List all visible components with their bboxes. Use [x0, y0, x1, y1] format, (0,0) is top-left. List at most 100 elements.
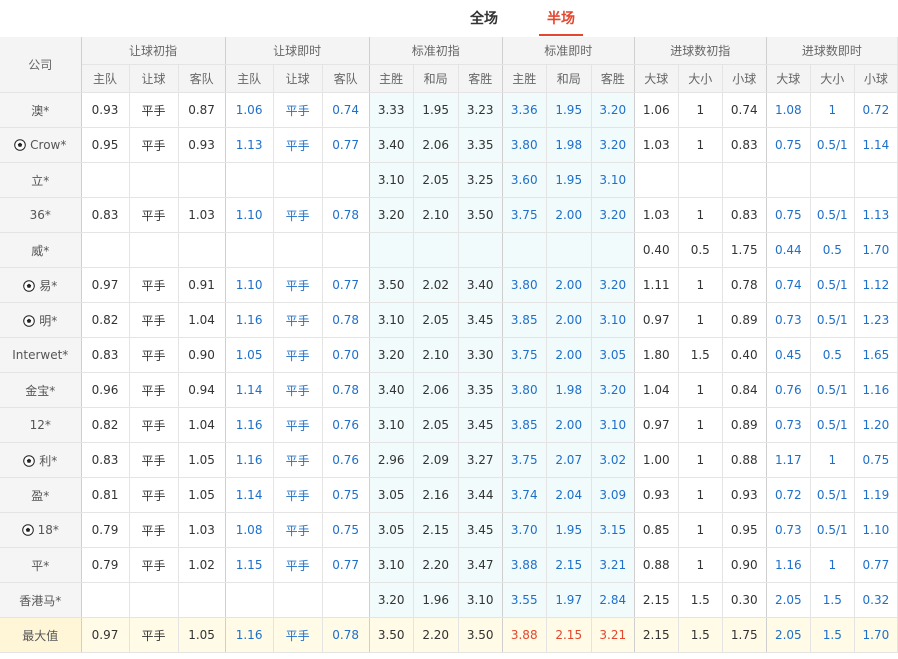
odds-table: 公司 让球初指 让球即时 标准初指 标准即时 进球数初指 进球数即时 主队 让球客… [0, 37, 898, 653]
odds-cell: 1.08 [225, 512, 274, 548]
odds-cell: 3.10 [591, 407, 635, 443]
odds-cell: 1.06 [634, 92, 679, 128]
odds-cell: 平手 [273, 337, 323, 373]
odds-cell: 平手 [129, 547, 179, 583]
company-cell[interactable]: Interwet* [0, 337, 82, 373]
odds-cell: 3.10 [369, 547, 414, 583]
company-cell[interactable]: 18* [0, 512, 82, 548]
odds-cell: 1.16 [225, 442, 274, 478]
company-name: 最大值 [22, 628, 59, 643]
soccer-ball-icon [21, 523, 38, 537]
odds-cell: 2.15 [634, 582, 679, 618]
max-row: 最大值 0.97 平手 1.05 1.16 平手 0.78 3.50 2.20 3.50 3.88 2… [0, 617, 898, 653]
odds-cell: 0.5/1 [810, 512, 855, 548]
odds-cell: 1.5 [810, 617, 855, 653]
tab-half-time[interactable]: 半场 [539, 0, 583, 36]
odds-cell: 0.78 [322, 372, 370, 408]
odds-cell [225, 232, 274, 268]
odds-cell: 3.23 [458, 92, 503, 128]
company-cell[interactable]: 立* [0, 162, 82, 198]
header-sub: 主胜 [369, 64, 414, 93]
odds-cell: 0.5/1 [810, 372, 855, 408]
odds-cell: 平手 [273, 547, 323, 583]
header-sub: 客队 [178, 64, 226, 93]
odds-cell: 平手 [273, 267, 323, 303]
odds-cell: 2.05 [766, 617, 811, 653]
company-name: Interwet* [12, 348, 69, 362]
odds-cell: 3.20 [591, 92, 635, 128]
odds-cell [129, 232, 179, 268]
odds-cell: 1.10 [225, 267, 274, 303]
odds-cell: 0.5/1 [810, 477, 855, 513]
odds-cell: 1.17 [766, 442, 811, 478]
odds-cell: 2.15 [546, 617, 592, 653]
company-cell[interactable]: 平* [0, 547, 82, 583]
odds-cell [502, 232, 547, 268]
odds-cell: 3.05 [369, 477, 414, 513]
company-cell[interactable]: 利* [0, 442, 82, 478]
odds-cell: 0.93 [722, 477, 767, 513]
tab-full-time[interactable]: 全场 [466, 0, 502, 34]
odds-cell: 3.88 [502, 617, 547, 653]
company-name: 香港马* [19, 593, 62, 608]
table-row: 澳* 0.93 平手 0.87 1.06 平手 0.74 3.33 1.95 3.23 3.36 1.… [0, 92, 898, 128]
company-cell[interactable]: 易* [0, 267, 82, 303]
company-cell[interactable]: Crow* [0, 127, 82, 163]
odds-cell: 0.94 [178, 372, 226, 408]
company-name: 金宝* [25, 383, 56, 398]
company-cell[interactable]: 香港马* [0, 582, 82, 618]
odds-cell: 3.15 [591, 512, 635, 548]
odds-cell: 1.05 [178, 477, 226, 513]
odds-cell: 3.05 [369, 512, 414, 548]
odds-cell: 0.85 [634, 512, 679, 548]
odds-cell: 0.89 [722, 302, 767, 338]
company-cell[interactable]: 明* [0, 302, 82, 338]
odds-cell: 3.20 [369, 337, 414, 373]
odds-cell: 0.5/1 [810, 267, 855, 303]
table-row: 18* 0.79 平手 1.03 1.08 平手 0.75 3.05 2.15 3.45 3.70 1… [0, 512, 898, 548]
company-name: 12* [29, 418, 51, 432]
odds-cell: 3.50 [369, 617, 414, 653]
odds-cell: 1.20 [854, 407, 898, 443]
company-cell[interactable]: 12* [0, 407, 82, 443]
odds-cell: 2.15 [413, 512, 459, 548]
odds-cell: 2.00 [546, 197, 592, 233]
header-sub: 小球 [722, 64, 767, 93]
odds-cell: 1 [678, 547, 723, 583]
odds-cell: 1 [678, 477, 723, 513]
odds-cell: 0.83 [81, 197, 130, 233]
odds-cell [458, 232, 503, 268]
odds-cell: 2.00 [546, 302, 592, 338]
odds-cell: 0.77 [322, 267, 370, 303]
odds-cell: 0.75 [322, 512, 370, 548]
company-cell[interactable]: 澳* [0, 92, 82, 128]
odds-cell: 1.65 [854, 337, 898, 373]
header-group: 让球即时 [225, 37, 370, 65]
odds-cell: 平手 [273, 477, 323, 513]
table-row: Crow* 0.95 平手 0.93 1.13 平手 0.77 3.40 2.06 3.35 3.8… [0, 127, 898, 163]
odds-cell: 3.45 [458, 407, 503, 443]
company-cell[interactable]: 威* [0, 232, 82, 268]
odds-cell: 0.30 [722, 582, 767, 618]
odds-cell: 0.5/1 [810, 407, 855, 443]
odds-cell: 0.75 [766, 127, 811, 163]
odds-cell: 1.03 [634, 127, 679, 163]
table-row: Interwet* 0.83 平手 0.90 1.05 平手 0.70 3.20 2.10 3.3… [0, 337, 898, 373]
odds-cell: 1.96 [413, 582, 459, 618]
odds-cell: 1.06 [225, 92, 274, 128]
table-row: 威* 0.40 0.5 1.75 0.44 0.5 1.70 [0, 232, 898, 268]
odds-cell: 1.5 [678, 582, 723, 618]
odds-cell: 1 [678, 127, 723, 163]
company-cell[interactable]: 盈* [0, 477, 82, 513]
odds-cell: 1.14 [225, 477, 274, 513]
odds-cell: 0.74 [766, 267, 811, 303]
odds-cell: 3.20 [591, 372, 635, 408]
company-cell[interactable]: 36* [0, 197, 82, 233]
odds-cell: 0.88 [722, 442, 767, 478]
header-sub: 大小 [810, 64, 855, 93]
odds-cell: 1.16 [225, 302, 274, 338]
odds-cell: 1.70 [854, 617, 898, 653]
odds-cell: 3.85 [502, 407, 547, 443]
odds-cell: 3.10 [369, 162, 414, 198]
company-cell[interactable]: 金宝* [0, 372, 82, 408]
